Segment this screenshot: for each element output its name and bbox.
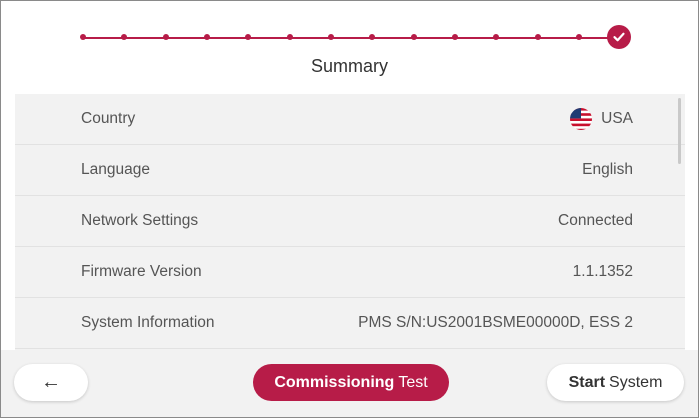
row-value: Connected [558, 212, 633, 229]
commissioning-test-button[interactable]: Commissioning Test [253, 364, 449, 401]
progress-step-dot [286, 34, 293, 40]
progress-step-dot [328, 34, 334, 40]
progress-step-dot [245, 34, 252, 40]
commission-label-rest: Test [398, 373, 428, 391]
country-value: USA [601, 110, 633, 127]
progress-step-dot [534, 34, 541, 40]
progress-step-dot [410, 34, 417, 40]
progress-step-dot [121, 34, 128, 40]
step-complete-check-icon [607, 25, 631, 49]
row-label: Firmware Version [81, 263, 202, 280]
app-frame: Summary Country USA Language English Net… [0, 0, 699, 418]
row-label: Language [81, 161, 150, 178]
progress-step-dot [576, 34, 582, 40]
row-label: Country [81, 110, 136, 127]
start-label-bold: Start [568, 373, 606, 391]
row-value: USA [569, 107, 633, 131]
row-label: Network Settings [81, 212, 199, 229]
row-label: System Information [81, 314, 215, 331]
summary-row-system-info: System Information PMS S/N:US2001BSME000… [15, 298, 685, 349]
start-label-rest: System [609, 373, 663, 391]
summary-panel[interactable]: Country USA Language English Network Set… [15, 94, 685, 350]
progress-step-dot [162, 34, 169, 40]
summary-row-firmware: Firmware Version 1.1.1352 [15, 247, 685, 298]
row-value: English [582, 161, 633, 178]
summary-row-country: Country USA [15, 94, 685, 145]
us-flag-icon [569, 107, 593, 131]
page-title: Summary [310, 56, 388, 76]
row-value: 1.1.1352 [572, 263, 633, 280]
summary-row-network: Network Settings Connected [15, 196, 685, 247]
row-value: PMS S/N:US2001BSME00000D, ESS 2 [358, 314, 633, 331]
progress-step-dot [204, 34, 210, 40]
summary-row-language: Language English [15, 145, 685, 196]
progress-line [81, 37, 609, 39]
arrow-left-icon: ← [41, 371, 61, 393]
progress-step-dot [452, 34, 458, 40]
back-button[interactable]: ← [14, 364, 88, 401]
scrollbar[interactable] [678, 98, 681, 164]
start-system-button[interactable]: Start System [547, 364, 684, 401]
commission-label-bold: Commissioning [274, 373, 395, 391]
progress-step-dot [80, 34, 86, 40]
progress-step-dot [493, 34, 500, 40]
progress-stepper [1, 1, 698, 51]
progress-step-dot [369, 34, 376, 40]
